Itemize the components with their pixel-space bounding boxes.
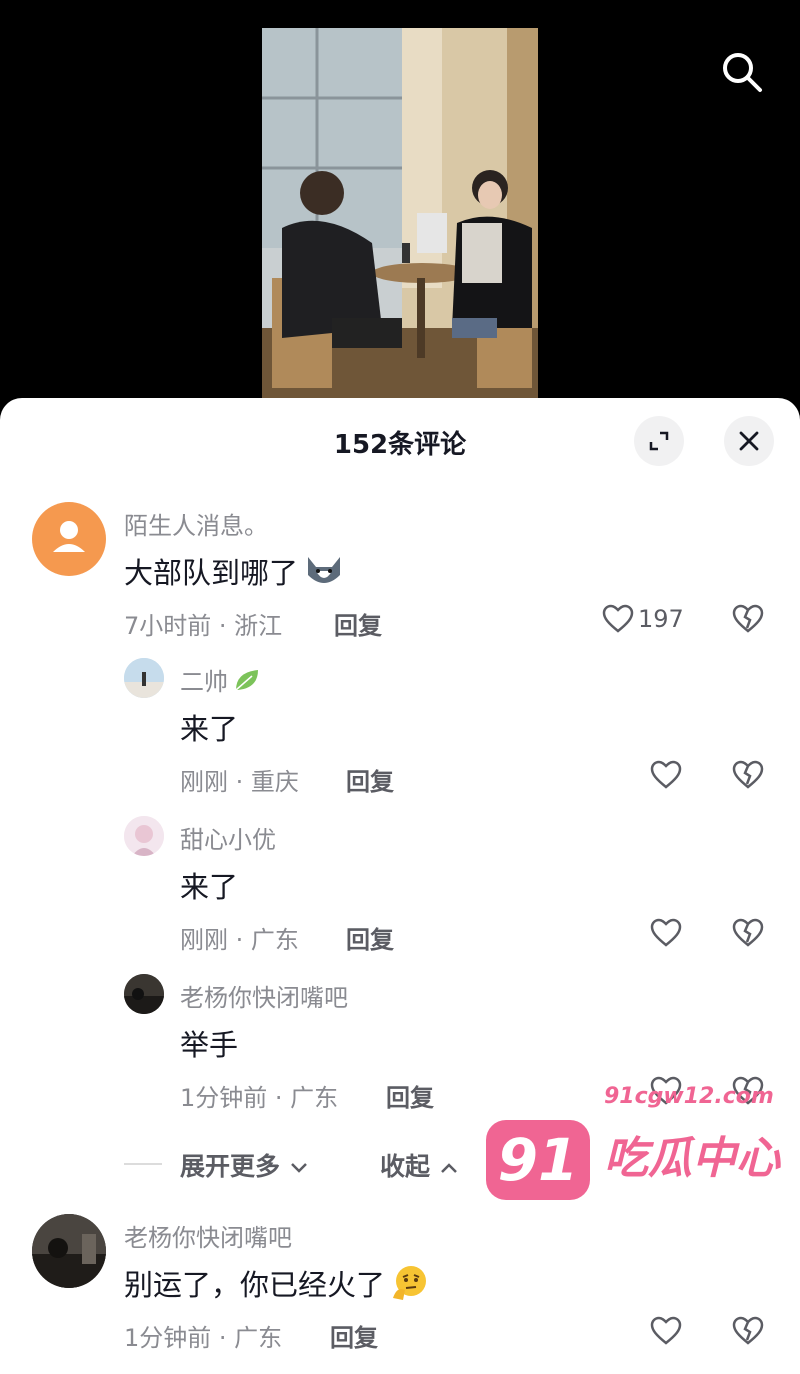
like-button[interactable] <box>650 918 682 948</box>
expand-button[interactable] <box>634 416 684 466</box>
reply-button[interactable]: 回复 <box>386 1078 434 1113</box>
comment-time-location: 1分钟前 · 广东 <box>180 1084 339 1112</box>
dislike-button[interactable] <box>732 760 764 794</box>
comment-author[interactable]: 二帅 <box>180 662 262 697</box>
avatar[interactable] <box>124 816 164 856</box>
chevron-up-icon <box>440 1163 457 1173</box>
comment-author[interactable]: 老杨你快闭嘴吧 <box>180 978 348 1013</box>
search-icon <box>723 53 762 92</box>
expand-more-button[interactable]: 展开更多 <box>180 1147 309 1183</box>
comment-time-location: 刚刚 · 重庆 <box>180 768 299 796</box>
chevron-down-icon <box>290 1163 307 1173</box>
broken-heart-icon <box>732 1316 764 1345</box>
watermark: 91cgw12.com 91 吃瓜中心 <box>484 1084 780 1210</box>
heart-outline-icon <box>650 760 682 789</box>
close-button[interactable] <box>724 416 774 466</box>
comment-author[interactable]: 老杨你快闭嘴吧 <box>124 1218 292 1253</box>
avatar-image <box>32 1214 106 1288</box>
comment-text: 别运了，你已经火了 <box>124 1268 386 1302</box>
avatar-image <box>124 816 164 856</box>
reply-button[interactable]: 回复 <box>346 762 394 797</box>
video-still-image <box>262 28 538 400</box>
video-player[interactable] <box>0 0 800 420</box>
heart-outline-icon <box>602 604 634 633</box>
close-icon <box>739 431 759 451</box>
comment-author[interactable]: 甜心小优 <box>180 820 276 855</box>
watermark-name: 吃瓜中心 <box>604 1133 780 1184</box>
like-button[interactable] <box>650 760 682 790</box>
heart-outline-icon <box>650 918 682 947</box>
thinking-face-emoji-icon <box>393 1266 427 1300</box>
collapse-button[interactable]: 收起 <box>380 1147 459 1183</box>
avatar[interactable] <box>32 502 106 576</box>
leaf-badge-icon <box>235 669 258 691</box>
reply-button[interactable]: 回复 <box>330 1318 378 1353</box>
default-user-icon <box>53 521 85 552</box>
comment-time-location: 1分钟前 · 广东 <box>124 1324 283 1352</box>
broken-heart-icon <box>732 604 764 633</box>
avatar-image <box>124 974 164 1014</box>
thread-controls: 展开更多 收起 <box>124 1147 484 1181</box>
avatar-image <box>124 658 164 698</box>
reply-button[interactable]: 回复 <box>346 920 394 955</box>
avatar[interactable] <box>124 658 164 698</box>
divider <box>124 1163 162 1165</box>
comment-text-row: 别运了，你已经火了 <box>124 1262 429 1304</box>
comment-author[interactable]: 陌生人消息。 <box>124 506 268 541</box>
watermark-badge: 91 <box>486 1120 590 1200</box>
like-button[interactable] <box>650 1316 682 1346</box>
comment-text: 来了 <box>180 870 239 904</box>
like-count: 197 <box>638 605 684 633</box>
comment-time-location: 7小时前 · 浙江 <box>124 612 283 640</box>
expand-more-label: 展开更多 <box>180 1152 281 1181</box>
broken-heart-icon <box>732 918 764 947</box>
comment-text: 来了 <box>180 712 239 746</box>
comment-time-location: 刚刚 · 广东 <box>180 926 299 954</box>
dislike-button[interactable] <box>732 918 764 952</box>
heart-outline-icon <box>650 1316 682 1345</box>
author-name: 二帅 <box>180 668 228 696</box>
reply-button[interactable]: 回复 <box>334 606 382 641</box>
expand-icon <box>649 431 669 451</box>
search-button[interactable] <box>720 50 764 94</box>
comment-text: 大部队到哪了 <box>124 556 299 590</box>
watermark-url: 91cgw12.com <box>604 1084 774 1109</box>
comment-text-row: 大部队到哪了 <box>124 550 344 592</box>
dislike-button[interactable] <box>732 1316 764 1350</box>
like-button[interactable]: 197 <box>602 604 684 634</box>
video-frame[interactable] <box>262 28 538 400</box>
dislike-button[interactable] <box>732 604 764 638</box>
husky-emoji-icon <box>308 557 341 583</box>
avatar[interactable] <box>32 1214 106 1288</box>
comments-sheet: 152条评论 陌生人消息。 大部队到哪了 7小时前 · 浙江 回复 197 二帅… <box>0 398 800 1374</box>
avatar[interactable] <box>124 974 164 1014</box>
comment-text: 举手 <box>180 1028 239 1062</box>
broken-heart-icon <box>732 760 764 789</box>
collapse-label: 收起 <box>380 1152 431 1181</box>
